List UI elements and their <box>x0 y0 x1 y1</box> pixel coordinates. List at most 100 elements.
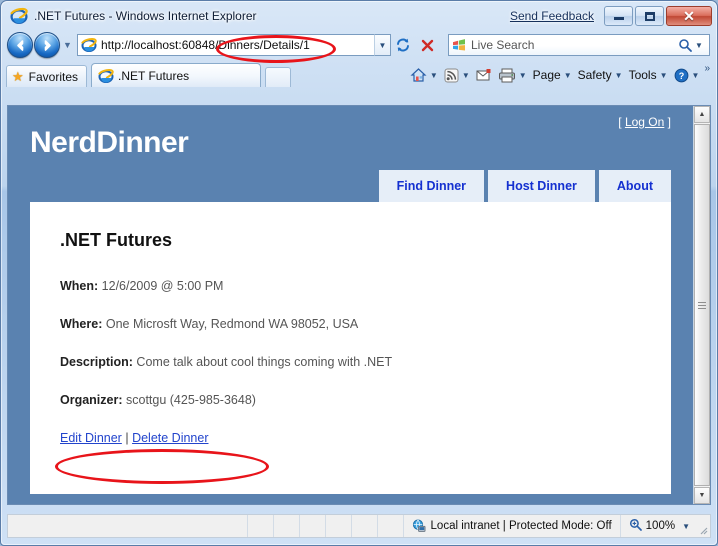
back-button[interactable] <box>7 32 33 58</box>
command-bar: ▼ ▼ ▼ Page ▼ Safety ▼ Tools ▼ ? ▼ » <box>407 63 712 87</box>
page-menu[interactable]: Page ▼ <box>530 65 575 85</box>
status-cell-6 <box>378 515 404 537</box>
security-zone-indicator[interactable]: Local intranet | Protected Mode: Off <box>404 515 621 537</box>
address-bar: http://localhost:60848/Dinners/Details/1… <box>77 34 391 56</box>
where-value: One Microsft Way, Redmond WA 98052, USA <box>105 317 359 331</box>
tools-menu[interactable]: Tools ▼ <box>626 65 671 85</box>
forward-button[interactable] <box>34 32 60 58</box>
nav-tab-find-dinner[interactable]: Find Dinner <box>378 170 485 202</box>
address-dropdown-button[interactable]: ▼ <box>374 34 391 56</box>
page-scrollbar[interactable]: ▲ ▼ <box>693 106 710 504</box>
feeds-icon <box>444 68 459 82</box>
browser-tab-label: .NET Futures <box>118 68 190 83</box>
status-cell-3 <box>300 515 326 537</box>
page-caret-icon: ▼ <box>563 70 572 80</box>
feeds-button[interactable]: ▼ <box>441 65 473 85</box>
search-placeholder: Live Search <box>471 38 535 52</box>
browser-window: .NET Futures - Windows Internet Explorer… <box>0 0 718 546</box>
refresh-button[interactable] <box>391 36 415 54</box>
zoom-level-label: 100% <box>645 520 676 532</box>
site-navigation: Find Dinner Host Dinner About <box>378 170 671 202</box>
dinner-details-card: .NET Futures When: 12/6/2009 @ 5:00 PM W… <box>30 202 671 494</box>
zoom-control[interactable]: 100% ▼ <box>621 515 696 537</box>
maximize-icon <box>644 11 655 21</box>
scrollbar-track[interactable] <box>694 123 710 487</box>
scroll-down-button[interactable]: ▼ <box>694 487 710 504</box>
description-value: Come talk about cool things coming with … <box>136 355 393 369</box>
stop-button[interactable] <box>415 37 439 54</box>
internet-zone-icon <box>412 519 426 533</box>
scroll-up-button[interactable]: ▲ <box>694 106 710 123</box>
print-caret-icon[interactable]: ▼ <box>519 71 527 80</box>
scrollbar-thumb[interactable] <box>694 124 710 486</box>
nav-tab-host-dinner[interactable]: Host Dinner <box>488 170 595 202</box>
zoom-caret-icon[interactable]: ▼ <box>682 522 690 531</box>
site-header: [ Log On ] NerdDinner Find Dinner Host D… <box>8 106 693 202</box>
organizer-value: scottgu (425-985-3648) <box>126 393 256 407</box>
help-menu[interactable]: ? ▼ <box>671 65 703 85</box>
home-button[interactable]: ▼ <box>407 65 441 85</box>
status-bar: Local intranet | Protected Mode: Off 100… <box>7 514 711 538</box>
read-mail-icon <box>476 69 491 81</box>
status-cell-5 <box>352 515 378 537</box>
dinner-when-field: When: 12/6/2009 @ 5:00 PM <box>60 279 641 293</box>
new-tab-button[interactable] <box>265 67 292 87</box>
print-icon <box>498 68 515 82</box>
home-caret-icon[interactable]: ▼ <box>430 71 438 80</box>
safety-menu[interactable]: Safety ▼ <box>575 65 626 85</box>
back-arrow-icon <box>16 39 23 51</box>
scrollbar-grip-icon <box>698 300 706 311</box>
delete-dinner-link[interactable]: Delete Dinner <box>132 431 208 445</box>
close-icon: ✕ <box>683 8 695 24</box>
dinner-actions: Edit Dinner | Delete Dinner <box>60 431 641 445</box>
forward-arrow-icon <box>44 39 51 51</box>
search-input[interactable]: Live Search ▼ <box>448 34 710 56</box>
window-title: .NET Futures - Windows Internet Explorer <box>34 9 257 23</box>
overflow-chevron-icon[interactable]: » <box>704 63 710 74</box>
send-feedback-link[interactable]: Send Feedback <box>510 9 594 23</box>
description-label: Description: <box>60 355 133 369</box>
star-icon: ★ <box>12 68 24 84</box>
tab-bar: ★ Favorites .NET Futures ▼ ▼ ▼ Page ▼ Sa… <box>2 60 716 87</box>
search-dropdown-button[interactable]: ▼ <box>692 41 706 50</box>
status-message-area <box>8 515 248 537</box>
logon-area: [ Log On ] <box>618 115 671 129</box>
recent-pages-dropdown[interactable]: ▼ <box>60 40 75 50</box>
where-label: Where: <box>60 317 103 331</box>
address-input[interactable]: http://localhost:60848/Dinners/Details/1 <box>77 34 374 56</box>
edit-dinner-link[interactable]: Edit Dinner <box>60 431 122 445</box>
refresh-icon <box>397 38 409 52</box>
security-zone-label: Local intranet | Protected Mode: Off <box>430 520 612 532</box>
zoom-magnifier-icon <box>629 518 642 534</box>
safety-menu-label: Safety <box>577 68 612 82</box>
organizer-label: Organizer: <box>60 393 123 407</box>
dinner-organizer-field: Organizer: scottgu (425-985-3648) <box>60 393 641 407</box>
window-controls: ✕ <box>602 6 712 26</box>
dinner-description-field: Description: Come talk about cool things… <box>60 355 641 369</box>
when-label: When: <box>60 279 99 293</box>
feeds-caret-icon[interactable]: ▼ <box>462 71 470 80</box>
title-bar: .NET Futures - Windows Internet Explorer… <box>2 2 716 30</box>
minimize-button[interactable] <box>604 6 633 26</box>
help-icon: ? <box>674 68 688 82</box>
print-button[interactable]: ▼ <box>495 65 530 85</box>
link-separator: | <box>125 431 129 445</box>
resize-grip-icon[interactable] <box>696 515 710 537</box>
when-value: 12/6/2009 @ 5:00 PM <box>101 279 224 293</box>
page-menu-label: Page <box>532 68 561 82</box>
web-page: [ Log On ] NerdDinner Find Dinner Host D… <box>8 106 693 504</box>
browser-tab[interactable]: .NET Futures <box>91 63 262 87</box>
logon-bracket-close: ] <box>667 115 671 129</box>
nav-tab-about[interactable]: About <box>598 170 671 202</box>
search-icon[interactable] <box>678 38 692 52</box>
safety-caret-icon: ▼ <box>614 70 623 80</box>
site-logo[interactable]: NerdDinner <box>30 116 675 160</box>
favorites-button[interactable]: ★ Favorites <box>6 65 88 87</box>
maximize-button[interactable] <box>635 6 664 26</box>
close-button[interactable]: ✕ <box>666 6 712 26</box>
favorites-label: Favorites <box>28 69 79 84</box>
read-mail-button[interactable] <box>473 65 495 85</box>
log-on-link[interactable]: Log On <box>625 115 664 129</box>
svg-text:?: ? <box>678 71 684 81</box>
page-viewport: [ Log On ] NerdDinner Find Dinner Host D… <box>7 105 711 505</box>
